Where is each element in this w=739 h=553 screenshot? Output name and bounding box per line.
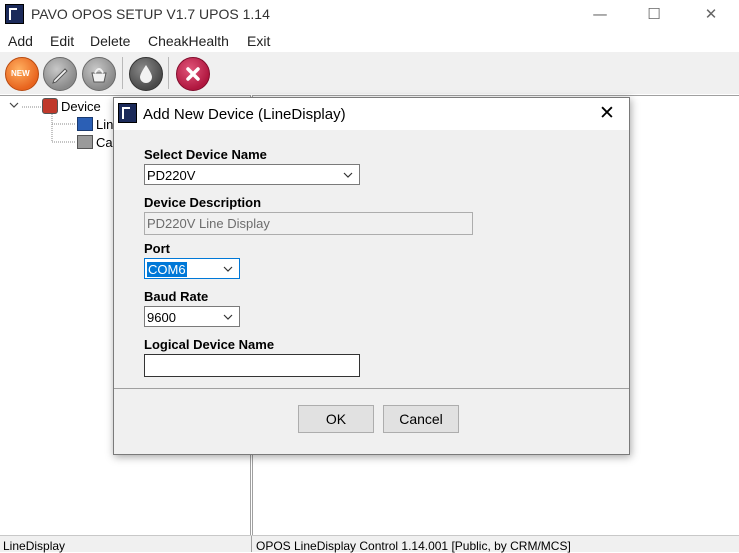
menu-cheakhealth[interactable]: CheakHealth bbox=[148, 33, 229, 49]
delete-device-button[interactable] bbox=[82, 57, 116, 91]
exit-button[interactable] bbox=[176, 57, 210, 91]
linedisplay-icon bbox=[77, 117, 93, 131]
menu-add[interactable]: Add bbox=[8, 33, 33, 49]
check-health-button[interactable] bbox=[129, 57, 163, 91]
maximize-button[interactable]: ☐ bbox=[631, 0, 677, 30]
tree-item-linedisplay[interactable]: Lin bbox=[96, 117, 113, 132]
exit-x-icon bbox=[186, 67, 200, 81]
delete-basket-icon bbox=[91, 68, 107, 83]
menu-bar: Add Edit Delete CheakHealth Exit bbox=[0, 30, 739, 52]
ok-button[interactable]: OK bbox=[298, 405, 374, 433]
new-icon: NEW bbox=[11, 69, 30, 78]
tree-item-cash[interactable]: Ca bbox=[96, 135, 113, 150]
description-label: Device Description bbox=[144, 195, 262, 210]
chevron-down-icon bbox=[223, 266, 233, 272]
port-combo[interactable]: COM6 bbox=[144, 258, 240, 279]
app-logo-icon bbox=[5, 4, 24, 24]
description-value: PD220V Line Display bbox=[147, 216, 270, 231]
chevron-down-icon bbox=[343, 172, 353, 178]
cancel-button[interactable]: Cancel bbox=[383, 405, 459, 433]
select-device-value: PD220V bbox=[147, 168, 196, 183]
new-device-button[interactable]: NEW bbox=[5, 57, 39, 91]
cash-drawer-icon bbox=[77, 135, 93, 149]
logical-name-input[interactable] bbox=[144, 354, 360, 377]
select-device-combo[interactable]: PD220V bbox=[144, 164, 360, 185]
description-field[interactable]: PD220V Line Display bbox=[144, 212, 473, 235]
dialog-divider bbox=[114, 388, 629, 389]
toolbar: NEW bbox=[0, 52, 739, 94]
status-divider bbox=[251, 536, 252, 552]
port-value: COM6 bbox=[147, 262, 187, 277]
status-bar: LineDisplay OPOS LineDisplay Control 1.1… bbox=[0, 535, 739, 553]
baud-rate-value: 9600 bbox=[147, 310, 176, 325]
baud-rate-combo[interactable]: 9600 bbox=[144, 306, 240, 327]
menu-exit[interactable]: Exit bbox=[247, 33, 270, 49]
edit-device-button[interactable] bbox=[43, 57, 77, 91]
dialog-app-icon bbox=[118, 103, 137, 123]
minimize-button[interactable]: — bbox=[577, 0, 623, 30]
add-device-dialog: Add New Device (LineDisplay) ✕ Select De… bbox=[113, 97, 630, 455]
port-label: Port bbox=[144, 241, 170, 256]
logical-name-label: Logical Device Name bbox=[144, 337, 275, 352]
close-window-button[interactable]: ✕ bbox=[688, 0, 734, 30]
menu-edit[interactable]: Edit bbox=[50, 33, 74, 49]
dialog-close-button[interactable]: ✕ bbox=[589, 98, 625, 130]
toolbar-separator bbox=[168, 57, 169, 89]
dialog-titlebar: Add New Device (LineDisplay) ✕ bbox=[114, 98, 629, 130]
select-device-label: Select Device Name bbox=[144, 147, 267, 162]
window-titlebar: PAVO OPOS SETUP V1.7 UPOS 1.14 — ☐ ✕ bbox=[0, 0, 739, 30]
window-title: PAVO OPOS SETUP V1.7 UPOS 1.14 bbox=[31, 6, 270, 22]
device-root-icon bbox=[42, 98, 58, 114]
health-drop-icon bbox=[140, 65, 152, 83]
dialog-title: Add New Device (LineDisplay) bbox=[143, 106, 346, 123]
toolbar-separator bbox=[122, 57, 123, 89]
menu-delete[interactable]: Delete bbox=[90, 33, 130, 49]
chevron-down-icon bbox=[223, 314, 233, 320]
tree-root-device[interactable]: Device bbox=[61, 99, 101, 114]
baud-rate-label: Baud Rate bbox=[144, 289, 209, 304]
edit-pencil-icon bbox=[52, 68, 68, 84]
